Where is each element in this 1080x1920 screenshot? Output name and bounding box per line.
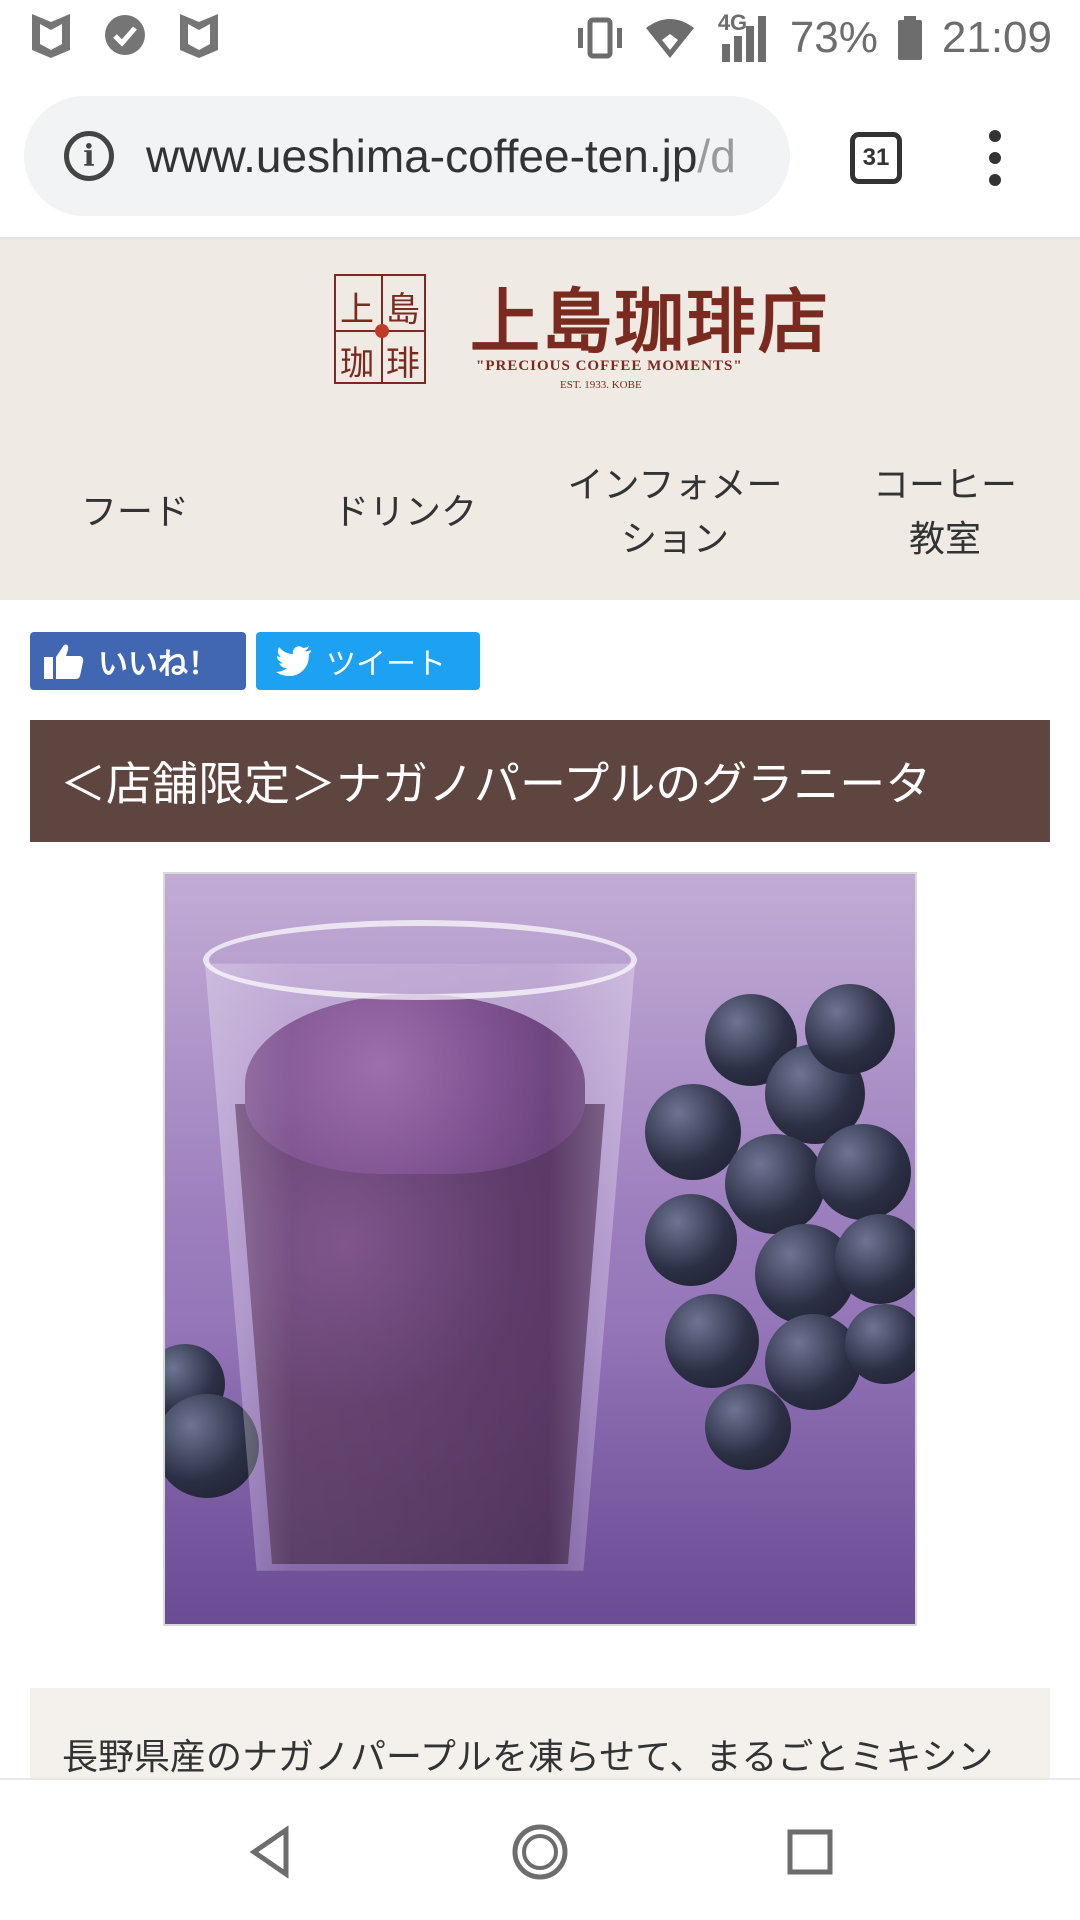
shield-m-icon (32, 14, 70, 58)
main-nav: フード ドリンク インフォメー ション コーヒー 教室 (0, 448, 1080, 578)
brand-name[interactable]: 上島珈琲店 (470, 266, 830, 367)
notification-icons (28, 10, 222, 60)
site-header: 上 島 珈 琲 上島珈琲店 "PRECIOUS COFFEE MOMENTS" … (0, 240, 1080, 600)
system-nav-bar (0, 1778, 1080, 1920)
tab-switcher-button[interactable]: 31 (850, 132, 902, 184)
recents-icon[interactable] (784, 1826, 836, 1878)
brand-established: EST. 1933. KOBE (560, 379, 642, 391)
shield-m-icon (180, 14, 218, 58)
facebook-like-button[interactable]: いいね！ (30, 632, 246, 690)
more-menu-icon[interactable] (980, 130, 1010, 186)
twitter-bird-icon (276, 646, 311, 676)
like-label: いいね！ (98, 647, 218, 682)
nav-item-drink[interactable]: ドリンク (270, 448, 540, 578)
nav-item-food[interactable]: フード (0, 448, 270, 578)
system-indicators: 4G 73% 21:09 (574, 8, 1052, 68)
logo-seal-icon[interactable]: 上 島 珈 琲 (334, 274, 426, 384)
tweet-button[interactable]: ツイート (256, 632, 480, 690)
battery-icon (897, 16, 922, 60)
vibrate-icon (577, 17, 622, 59)
wifi-icon (645, 19, 694, 58)
glass (205, 963, 635, 1571)
glass-rim (203, 920, 637, 1000)
description-text: 長野県産のナガノパープルを凍らせて、まるごとミキシン (62, 1737, 994, 1778)
address-bar[interactable]: i www.ueshima-coffee-ten.jp/d (24, 96, 790, 216)
browser-toolbar: i www.ueshima-coffee-ten.jp/d 31 (0, 76, 1080, 240)
cell-signal: 4G (714, 10, 772, 64)
clock: 21:09 (941, 13, 1052, 62)
nav-item-coffee-class[interactable]: コーヒー 教室 (810, 448, 1080, 578)
nav-item-information[interactable]: インフォメー ション (540, 448, 810, 578)
description-box: 長野県産のナガノパープルを凍らせて、まるごとミキシン (30, 1688, 1050, 1778)
status-bar: 4G 73% 21:09 (0, 0, 1080, 76)
battery-percent: 73% (789, 13, 878, 62)
signal-bars-icon (721, 16, 766, 62)
url-text[interactable]: www.ueshima-coffee-ten.jp/d (146, 129, 736, 183)
check-circle-icon (105, 15, 145, 55)
product-image (163, 872, 917, 1626)
home-icon[interactable] (510, 1822, 570, 1882)
tweet-label: ツイート (326, 647, 446, 682)
thumbs-up-icon (44, 644, 84, 679)
back-icon[interactable] (244, 1824, 300, 1880)
site-info-icon[interactable]: i (64, 131, 114, 181)
brand-tagline: "PRECIOUS COFFEE MOMENTS" (476, 358, 743, 374)
product-title: ＜店舗限定＞ナガノパープルのグラニータ (30, 720, 1050, 842)
